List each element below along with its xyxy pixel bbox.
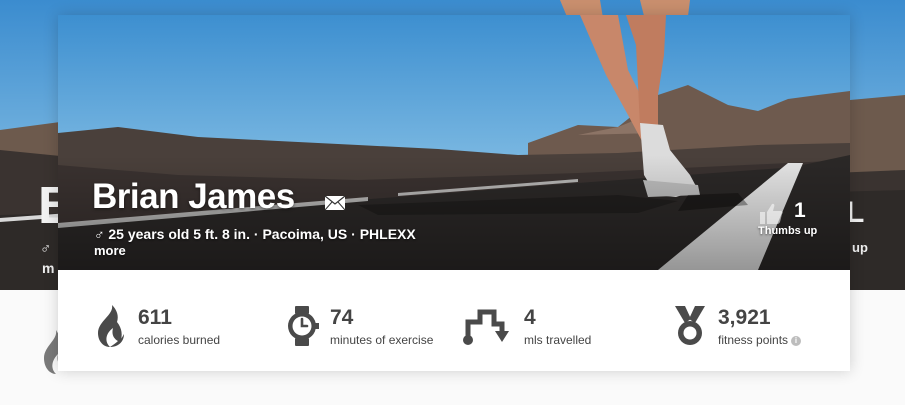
stat-calories-value: 611	[138, 306, 172, 329]
stat-points-label-wrap: fitness points i	[718, 333, 802, 347]
profile-card: Brian James ♂ 25 years old 5 ft. 8 in. ·…	[58, 15, 850, 371]
stat-calories: 611 calories burned	[92, 270, 282, 371]
stat-distance-value: 4	[524, 306, 536, 329]
background-more-fragment: m	[42, 260, 55, 276]
stat-distance: 4 mls travelled	[462, 270, 652, 371]
info-icon[interactable]: i	[791, 335, 802, 346]
thumbs-up-button[interactable]: 1 Thumbs up	[758, 199, 842, 241]
stat-distance-label: mls travelled	[524, 333, 592, 347]
stat-points-label: fitness points	[718, 333, 789, 347]
stat-minutes: 74 minutes of exercise	[286, 270, 476, 371]
medal-icon	[675, 306, 705, 345]
mail-icon[interactable]	[324, 195, 346, 211]
stats-row: 611 calories burned 74 minutes of exerci…	[58, 270, 850, 371]
more-link[interactable]: more	[94, 243, 126, 258]
watch-icon	[288, 306, 319, 346]
flame-icon	[98, 305, 124, 347]
background-meta-fragment: ♂	[40, 240, 52, 257]
route-arrow-icon	[463, 309, 509, 345]
stat-points-value: 3,921	[718, 306, 771, 329]
profile-meta-line: ♂ 25 years old 5 ft. 8 in. · Pacoima, US…	[94, 226, 416, 242]
stat-minutes-value: 74	[330, 306, 354, 329]
stat-calories-label: calories burned	[138, 333, 221, 347]
stat-minutes-label: minutes of exercise	[330, 333, 434, 347]
thumbs-up-icon	[760, 203, 783, 224]
stat-points: 3,921 fitness points i	[672, 270, 847, 371]
background-thumbs-fragment: up	[852, 240, 868, 255]
profile-name: Brian James	[92, 177, 295, 216]
thumbs-up-label: Thumbs up	[758, 225, 818, 237]
thumbs-up-count: 1	[794, 199, 806, 222]
